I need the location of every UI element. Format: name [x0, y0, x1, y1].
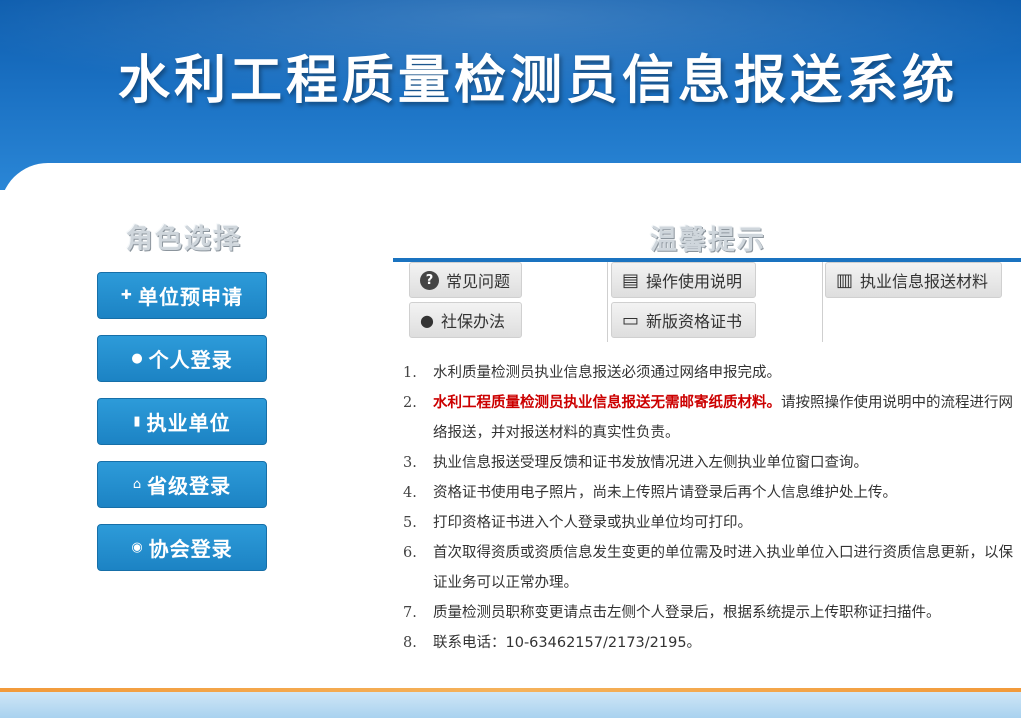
- list-item: 8. 联系电话：10-63462157/2173/2195。: [403, 635, 702, 651]
- tab-faq-label: 常见问题: [446, 272, 511, 291]
- person-icon: ●: [420, 310, 434, 330]
- tips-section-title: 温馨提示: [650, 225, 766, 256]
- provincial-login-label: 省级登录: [147, 474, 232, 498]
- tab-new-certificate[interactable]: ▭ 新版资格证书: [611, 302, 756, 338]
- tab-report-materials-label: 执业信息报送材料: [860, 272, 989, 291]
- user-plus-icon: ✚: [121, 288, 133, 303]
- question-circle-icon: ?: [420, 270, 439, 290]
- institution-icon: ⌂: [132, 477, 143, 492]
- newspaper-icon: ▥: [836, 269, 854, 291]
- building-icon: ▮: [133, 414, 142, 429]
- globe-icon: ◉: [131, 540, 144, 555]
- credit-card-icon: ▭: [622, 309, 640, 331]
- provincial-login-button[interactable]: ⌂ 省级登录: [97, 461, 267, 508]
- footer-bar: [0, 692, 1021, 718]
- practice-unit-button[interactable]: ▮ 执业单位: [97, 398, 267, 445]
- role-section-title: 角色选择: [126, 224, 242, 255]
- personal-login-button[interactable]: ● 个人登录: [97, 335, 267, 382]
- association-login-button[interactable]: ◉ 协会登录: [97, 524, 267, 571]
- practice-unit-label: 执业单位: [146, 411, 231, 435]
- unit-preapply-label: 单位预申请: [137, 285, 243, 309]
- user-icon: ●: [131, 351, 144, 366]
- unit-preapply-button[interactable]: ✚ 单位预申请: [97, 272, 267, 319]
- book-icon: ▤: [622, 269, 640, 291]
- association-login-label: 协会登录: [148, 537, 233, 561]
- tab-user-guide[interactable]: ▤ 操作使用说明: [611, 262, 756, 298]
- important-notice: 水利工程质量检测员执业信息报送无需邮寄纸质材料。: [433, 395, 781, 411]
- list-item: 5. 打印资格证书进入个人登录或执业单位均可打印。: [403, 515, 752, 531]
- tab-separator: [607, 262, 608, 342]
- list-item: 4. 资格证书使用电子照片，尚未上传照片请登录后再个人信息维护处上传。: [403, 485, 897, 501]
- tab-faq[interactable]: ? 常见问题: [409, 262, 522, 298]
- tab-new-certificate-label: 新版资格证书: [646, 312, 743, 331]
- list-item: 6. 首次取得资质或资质信息发生变更的单位需及时进入执业单位入口进行资质信息更新…: [403, 545, 1013, 591]
- list-item: 2. 水利工程质量检测员执业信息报送无需邮寄纸质材料。请按照操作使用说明中的流程…: [403, 395, 1013, 441]
- header-banner: 水利工程质量检测员信息报送系统: [0, 0, 1021, 190]
- tab-separator: [822, 262, 823, 342]
- list-item: 3. 执业信息报送受理反馈和证书发放情况进入左侧执业单位窗口查询。: [403, 455, 868, 471]
- system-title: 水利工程质量检测员信息报送系统: [118, 50, 959, 111]
- tab-social-security-label: 社保办法: [440, 312, 505, 331]
- tab-user-guide-label: 操作使用说明: [646, 272, 743, 291]
- tab-social-security[interactable]: ● 社保办法: [409, 302, 522, 338]
- list-item: 7. 质量检测员职称变更请点击左侧个人登录后，根据系统提示上传职称证扫描件。: [403, 605, 941, 621]
- notice-list: 1. 水利质量检测员执业信息报送必须通过网络申报完成。 2. 水利工程质量检测员…: [403, 358, 1015, 658]
- personal-login-label: 个人登录: [148, 348, 233, 372]
- tab-report-materials[interactable]: ▥ 执业信息报送材料: [825, 262, 1002, 298]
- list-item: 1. 水利质量检测员执业信息报送必须通过网络申报完成。: [403, 365, 781, 381]
